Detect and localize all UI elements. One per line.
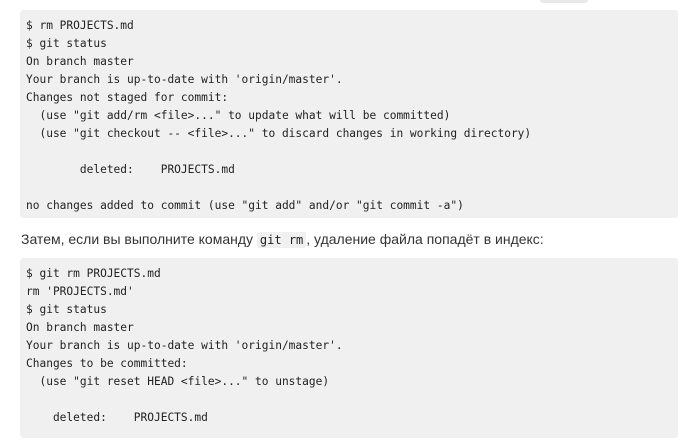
code-line: rm 'PROJECTS.md' [26, 285, 134, 298]
paragraph-text-before: Затем, если вы выполните команду [21, 231, 257, 247]
code-line: $ git rm PROJECTS.md [26, 267, 161, 280]
code-line: Changes not staged for commit: [26, 91, 229, 104]
code-line: Your branch is up-to-date with 'origin/m… [26, 73, 343, 86]
code-line: $ git status [26, 303, 107, 316]
code-line: $ rm PROJECTS.md [26, 19, 134, 32]
code-line: Changes to be committed: [26, 357, 188, 370]
code-block-git-rm-text: $ git rm PROJECTS.md rm 'PROJECTS.md' $ … [26, 265, 678, 427]
paragraph-text-after: , удаление файла попадёт в индекс: [306, 231, 544, 247]
code-line: On branch master [26, 321, 134, 334]
code-line: (use "git add/rm <file>..." to update wh… [26, 109, 451, 122]
top-tab-edge [540, 0, 588, 3]
inline-code-git-rm: git rm [256, 232, 307, 248]
code-block-git-rm: $ git rm PROJECTS.md rm 'PROJECTS.md' $ … [20, 258, 678, 438]
code-line: deleted: PROJECTS.md [26, 411, 208, 424]
code-line: no changes added to commit (use "git add… [26, 199, 464, 212]
code-block-rm-status-text: $ rm PROJECTS.md $ git status On branch … [26, 17, 678, 215]
code-line: (use "git checkout -- <file>..." to disc… [26, 127, 532, 140]
code-line: $ git status [26, 37, 107, 50]
explanation-paragraph: Затем, если вы выполните команду git rm,… [21, 229, 544, 250]
code-line: On branch master [26, 55, 134, 68]
code-line: deleted: PROJECTS.md [26, 163, 235, 176]
code-block-rm-status: $ rm PROJECTS.md $ git status On branch … [20, 10, 678, 218]
code-line: Your branch is up-to-date with 'origin/m… [26, 339, 343, 352]
page: $ rm PROJECTS.md $ git status On branch … [0, 0, 694, 441]
code-line: (use "git reset HEAD <file>..." to unsta… [26, 375, 330, 388]
